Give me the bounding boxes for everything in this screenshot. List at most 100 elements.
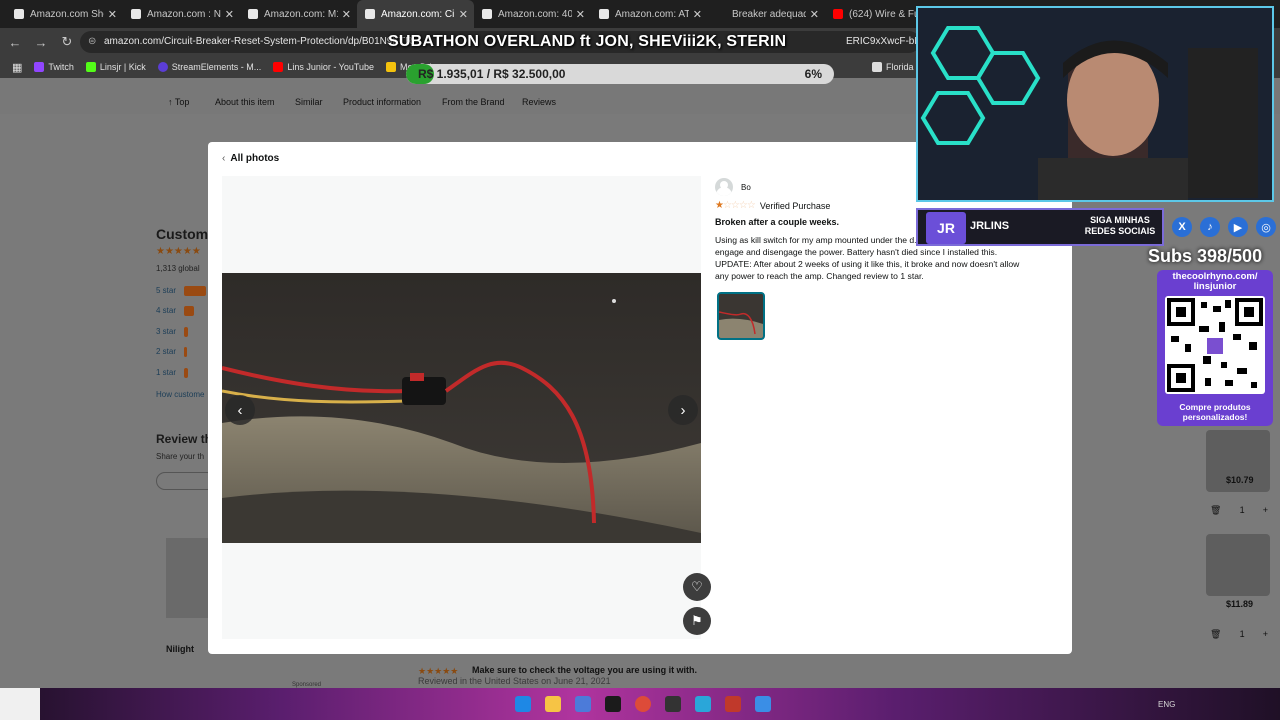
sponsored-brand[interactable]: Nilight	[166, 644, 194, 654]
tab-title: Amazon.com Shop	[30, 8, 104, 20]
next-photo-button[interactable]: ›	[668, 395, 698, 425]
previous-photo-button[interactable]: ‹	[225, 395, 255, 425]
browser-tab[interactable]: Amazon.com: ATEM ✕	[591, 0, 708, 28]
review-photo	[222, 273, 701, 543]
tab-title: Amazon.com: 400W	[498, 8, 572, 20]
subnav-top[interactable]: ↑ Top	[168, 97, 189, 107]
app-icon[interactable]	[755, 696, 771, 712]
star-row[interactable]: 5 star	[156, 286, 206, 296]
subnav-from-brand[interactable]: From the Brand	[442, 97, 505, 107]
steam-icon[interactable]	[605, 696, 621, 712]
chrome-icon[interactable]	[635, 696, 651, 712]
close-tab-icon[interactable]: ✕	[459, 8, 468, 21]
close-tab-icon[interactable]: ✕	[225, 8, 234, 21]
how-customers-link[interactable]: How custome	[156, 390, 204, 399]
trash-icon[interactable]: 🗑	[1210, 629, 1221, 640]
star-row[interactable]: 3 star	[156, 327, 188, 337]
social-channel-name: JRLINS	[970, 220, 1010, 232]
bookmark-label: Twitch	[48, 62, 74, 72]
bookmark-label: Linsjr | Kick	[99, 62, 146, 72]
tab-title: Breaker adequado	[732, 8, 806, 20]
youtube-favicon-icon	[833, 9, 843, 19]
chevron-left-icon: ‹	[222, 153, 226, 164]
bookmark-twitch[interactable]: Twitch	[34, 62, 74, 72]
subnav-label: Top	[174, 97, 190, 107]
browser-tab[interactable]: Amazon.com: 400W ✕	[474, 0, 591, 28]
forward-arrow-icon[interactable]: →	[30, 35, 52, 50]
url-text: amazon.com/Circuit-Breaker-Reset-System-…	[104, 36, 413, 47]
side-quantity-stepper[interactable]: 🗑 1 +	[1210, 626, 1268, 642]
app-icon[interactable]	[575, 696, 591, 712]
all-photos-label: All photos	[230, 153, 280, 164]
close-tab-icon[interactable]: ✕	[576, 8, 585, 21]
bookmark-youtube[interactable]: Lins Junior - YouTube	[273, 62, 374, 72]
file-explorer-icon[interactable]	[545, 696, 561, 712]
side-product-price: $11.89	[1226, 599, 1254, 609]
review-headline[interactable]: Make sure to check the voltage you are u…	[472, 665, 697, 675]
subnav-product-info[interactable]: Product information	[343, 97, 421, 107]
streamelements-icon	[157, 62, 168, 72]
star-row[interactable]: 4 star	[156, 306, 194, 316]
url-tail: ERIC9xXwcF-bN	[846, 36, 920, 47]
tab-title: (624) Wire & Fuse	[849, 8, 923, 20]
qr-cta-text: Compre produtos personalizados!	[1179, 402, 1251, 422]
star-row-label: 5 star	[156, 286, 177, 295]
up-arrow-icon: ↑	[168, 97, 175, 107]
social-cta-text: SIGA MINHAS REDES SOCIAIS	[1084, 215, 1156, 236]
review-this-heading: Review th	[156, 432, 213, 446]
report-button[interactable]: ⚑	[683, 607, 711, 635]
plus-icon[interactable]: +	[1263, 629, 1268, 639]
star-row-bar	[184, 368, 188, 378]
thumbnail-image	[719, 294, 763, 338]
tab-title: Amazon.com : Nilig	[147, 8, 221, 20]
all-photos-link[interactable]: ‹ All photos	[222, 153, 279, 164]
global-ratings: 1,313 global	[156, 264, 200, 273]
app-icon[interactable]	[695, 696, 711, 712]
back-arrow-icon[interactable]: ←	[4, 35, 26, 50]
browser-tab[interactable]: Amazon.com : Nilig ✕	[123, 0, 240, 28]
site-info-icon[interactable]: ⊜	[88, 36, 96, 47]
star-row-label: 1 star	[156, 368, 177, 377]
quantity-value: 1	[1239, 505, 1245, 515]
star-row[interactable]: 2 star	[156, 347, 187, 357]
close-tab-icon[interactable]: ✕	[810, 8, 819, 21]
side-product-image[interactable]	[1206, 534, 1270, 596]
browser-tab[interactable]: Amazon.com Shop ✕	[6, 0, 123, 28]
write-review-button[interactable]	[156, 472, 216, 490]
browser-tab[interactable]: Amazon.com: M1A ✕	[240, 0, 357, 28]
rating-stars-icon: ★★★★★	[156, 246, 201, 257]
amazon-favicon-icon	[14, 9, 24, 19]
close-tab-icon[interactable]: ✕	[693, 8, 702, 21]
x-twitter-icon: X	[1172, 217, 1192, 237]
side-quantity-stepper[interactable]: 🗑 1 +	[1210, 502, 1268, 518]
trash-icon[interactable]: 🗑	[1210, 505, 1221, 516]
reload-icon[interactable]: ↻	[56, 34, 78, 50]
obs-icon[interactable]	[665, 696, 681, 712]
browser-tab-active[interactable]: Amazon.com: Circu ✕	[357, 0, 474, 28]
bookmark-streamelements[interactable]: StreamElements - M...	[157, 62, 261, 72]
star-row-label: 2 star	[156, 347, 177, 356]
subnav-similar[interactable]: Similar	[295, 97, 323, 107]
flag-icon: ⚑	[691, 613, 703, 628]
subnav-about[interactable]: About this item	[215, 97, 275, 107]
browser-tab[interactable]: Breaker adequado ✕	[708, 0, 825, 28]
streamer-bot-icon[interactable]	[725, 696, 741, 712]
webcam-image	[918, 8, 1272, 200]
star-row-bar	[184, 327, 188, 337]
helpful-button[interactable]: ♡	[683, 573, 711, 601]
start-icon[interactable]	[515, 696, 531, 712]
review-date: Reviewed in the United States on June 21…	[418, 676, 611, 686]
close-tab-icon[interactable]: ✕	[342, 8, 351, 21]
reviewer-name: Bo	[741, 182, 751, 192]
amazon-favicon-icon	[248, 9, 258, 19]
subnav-reviews[interactable]: Reviews	[522, 97, 556, 107]
close-tab-icon[interactable]: ✕	[108, 8, 117, 21]
star-row[interactable]: 1 star	[156, 368, 188, 378]
language-indicator[interactable]: ENG	[1158, 700, 1175, 709]
review-photo-image	[222, 273, 701, 543]
star-row-label: 3 star	[156, 327, 177, 336]
plus-icon[interactable]: +	[1263, 505, 1268, 515]
bookmark-kick[interactable]: Linsjr | Kick	[85, 62, 146, 72]
review-photo-thumbnail[interactable]	[717, 292, 765, 340]
apps-grid-icon[interactable]: ▦	[12, 61, 22, 74]
